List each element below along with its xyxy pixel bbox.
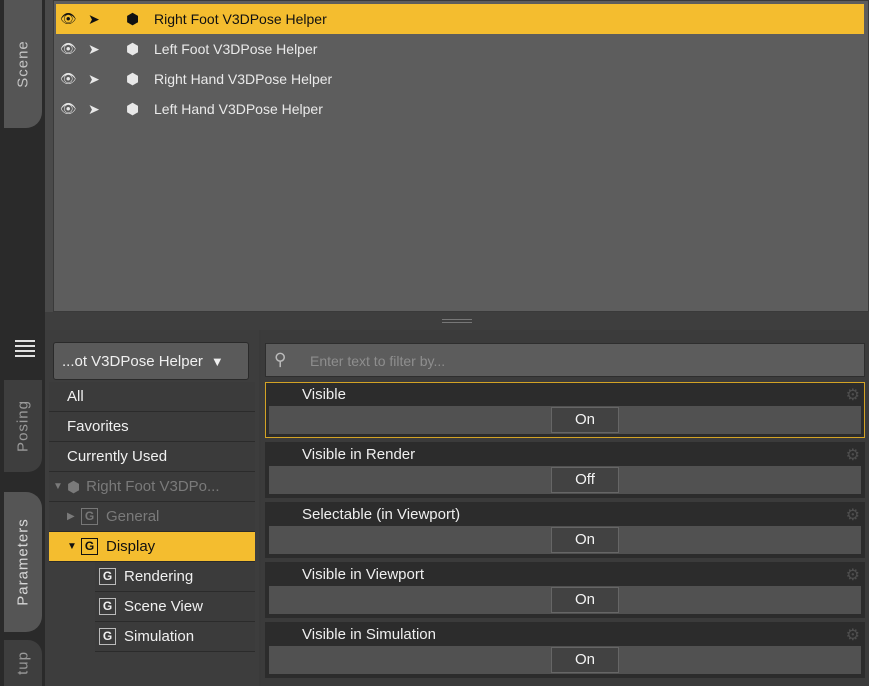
property-label: Visible in Render [302,446,416,463]
tree-item-label: Currently Used [67,448,168,465]
scene-list: 👁 ➤ ⬢ Right Foot V3DPose Helper 👁 ➤ ⬢ Le… [53,0,869,312]
pane-splitter[interactable] [45,312,869,330]
property-value-bar[interactable]: On [269,526,861,554]
tree-item-rendering[interactable]: G Rendering [95,562,255,592]
select-arrow-icon[interactable]: ➤ [88,41,110,58]
collapse-triangle-icon[interactable]: ▶ [67,511,79,522]
select-arrow-icon[interactable]: ➤ [88,71,110,88]
tree-item-label: Rendering [124,568,194,585]
tree-item-general[interactable]: ▶ G General [49,502,255,532]
node-cube-icon: ⬢ [67,478,81,496]
select-arrow-icon[interactable]: ➤ [88,101,110,118]
chevron-down-icon: ▼ [210,353,224,369]
tree-item-label: General [106,508,160,525]
node-cube-icon: ⬢ [126,101,140,118]
tree-item-label: Simulation [124,628,195,645]
tree-item-simulation[interactable]: G Simulation [95,622,255,652]
gear-icon[interactable]: ⚙ [846,445,860,465]
tab-scene[interactable]: Scene [4,0,42,128]
expand-triangle-icon[interactable]: ▼ [67,541,79,552]
group-icon: G [81,538,98,555]
tab-parameters-label: Parameters [14,518,32,606]
toggle-value[interactable]: On [551,647,619,673]
scene-item-right-foot[interactable]: 👁 ➤ ⬢ Right Foot V3DPose Helper [56,4,864,34]
parameters-pane: ...ot V3DPose Helper ▼ All Favorites Cur… [45,330,869,686]
property-value-bar[interactable]: On [269,406,861,434]
tree-item-scene-view[interactable]: G Scene View [95,592,255,622]
node-cube-icon: ⬢ [126,11,140,28]
node-cube-icon: ⬢ [126,71,140,88]
scene-item-label: Right Hand V3DPose Helper [154,71,333,87]
scene-panel: 👁 ➤ ⬢ Right Foot V3DPose Helper 👁 ➤ ⬢ Le… [45,0,869,322]
tree-item-label: Scene View [124,598,203,615]
tab-setup-label: tup [14,651,32,675]
scene-item-right-hand[interactable]: 👁 ➤ ⬢ Right Hand V3DPose Helper [56,64,864,94]
tree-item-display[interactable]: ▼ G Display [49,532,255,562]
scene-item-label: Left Foot V3DPose Helper [154,41,318,57]
toggle-value[interactable]: On [551,587,619,613]
gear-icon[interactable]: ⚙ [846,505,860,525]
gear-icon[interactable]: ⚙ [846,625,860,645]
tree-item-label: Favorites [67,418,129,435]
property-label: Visible in Simulation [302,626,436,643]
tab-setup[interactable]: tup [4,640,42,686]
group-icon: G [99,628,116,645]
property-visible-in-viewport: Visible in Viewport ⚙ On [265,562,865,618]
gear-icon[interactable]: ⚙ [846,565,860,585]
tab-posing[interactable]: Posing [4,380,42,472]
tree-item-favorites[interactable]: Favorites [49,412,255,442]
visibility-eye-icon[interactable]: 👁 [60,101,84,117]
panel-menu-icon[interactable] [15,340,35,358]
parameters-tree: ...ot V3DPose Helper ▼ All Favorites Cur… [45,330,259,686]
filter-input[interactable]: ⚲ Enter text to filter by... [265,343,865,377]
gear-icon[interactable]: ⚙ [846,385,860,405]
tree-item-all[interactable]: All [49,382,255,412]
select-arrow-icon[interactable]: ➤ [88,11,110,28]
property-label: Visible in Viewport [302,566,425,583]
tree-item-currently-used[interactable]: Currently Used [49,442,255,472]
node-cube-icon: ⬢ [126,41,140,58]
node-select-dropdown[interactable]: ...ot V3DPose Helper ▼ [53,342,249,380]
toggle-value[interactable]: Off [551,467,619,493]
scene-item-label: Left Hand V3DPose Helper [154,101,323,117]
visibility-eye-icon[interactable]: 👁 [60,71,84,87]
property-visible: Visible ⚙ On [265,382,865,438]
tab-parameters[interactable]: Parameters [4,492,42,632]
tree-item-label: Right Foot V3DPo... [86,478,220,495]
visibility-eye-icon[interactable]: 👁 [60,11,84,27]
search-icon[interactable]: ⚲ [274,350,286,370]
property-value-bar[interactable]: On [269,646,861,674]
vertical-tab-strip: Scene Posing Parameters tup [0,0,45,686]
node-select-value: ...ot V3DPose Helper [62,352,203,370]
tree-item-label: All [67,388,84,405]
property-visible-in-render: Visible in Render ⚙ Off [265,442,865,498]
toggle-value[interactable]: On [551,527,619,553]
tree-item-label: Display [106,538,156,555]
property-list: ⚲ Enter text to filter by... Visible ⚙ O… [261,330,869,686]
toggle-value[interactable]: On [551,407,619,433]
property-label: Selectable (in Viewport) [302,506,461,523]
tree-item-node[interactable]: ▼ ⬢ Right Foot V3DPo... [49,472,255,502]
group-icon: G [99,568,116,585]
tab-posing-label: Posing [14,400,32,452]
tab-scene-label: Scene [14,40,32,88]
scene-item-left-foot[interactable]: 👁 ➤ ⬢ Left Foot V3DPose Helper [56,34,864,64]
scene-item-label: Right Foot V3DPose Helper [154,11,327,27]
visibility-eye-icon[interactable]: 👁 [60,41,84,57]
group-icon: G [81,508,98,525]
property-selectable-in-viewport: Selectable (in Viewport) ⚙ On [265,502,865,558]
expand-triangle-icon[interactable]: ▼ [53,481,65,492]
group-icon: G [99,598,116,615]
splitter-grip-icon[interactable] [442,319,472,323]
property-value-bar[interactable]: On [269,586,861,614]
filter-placeholder: Enter text to filter by... [310,353,446,369]
scene-item-left-hand[interactable]: 👁 ➤ ⬢ Left Hand V3DPose Helper [56,94,864,124]
property-value-bar[interactable]: Off [269,466,861,494]
property-label: Visible [302,386,346,403]
property-visible-in-simulation: Visible in Simulation ⚙ On [265,622,865,678]
